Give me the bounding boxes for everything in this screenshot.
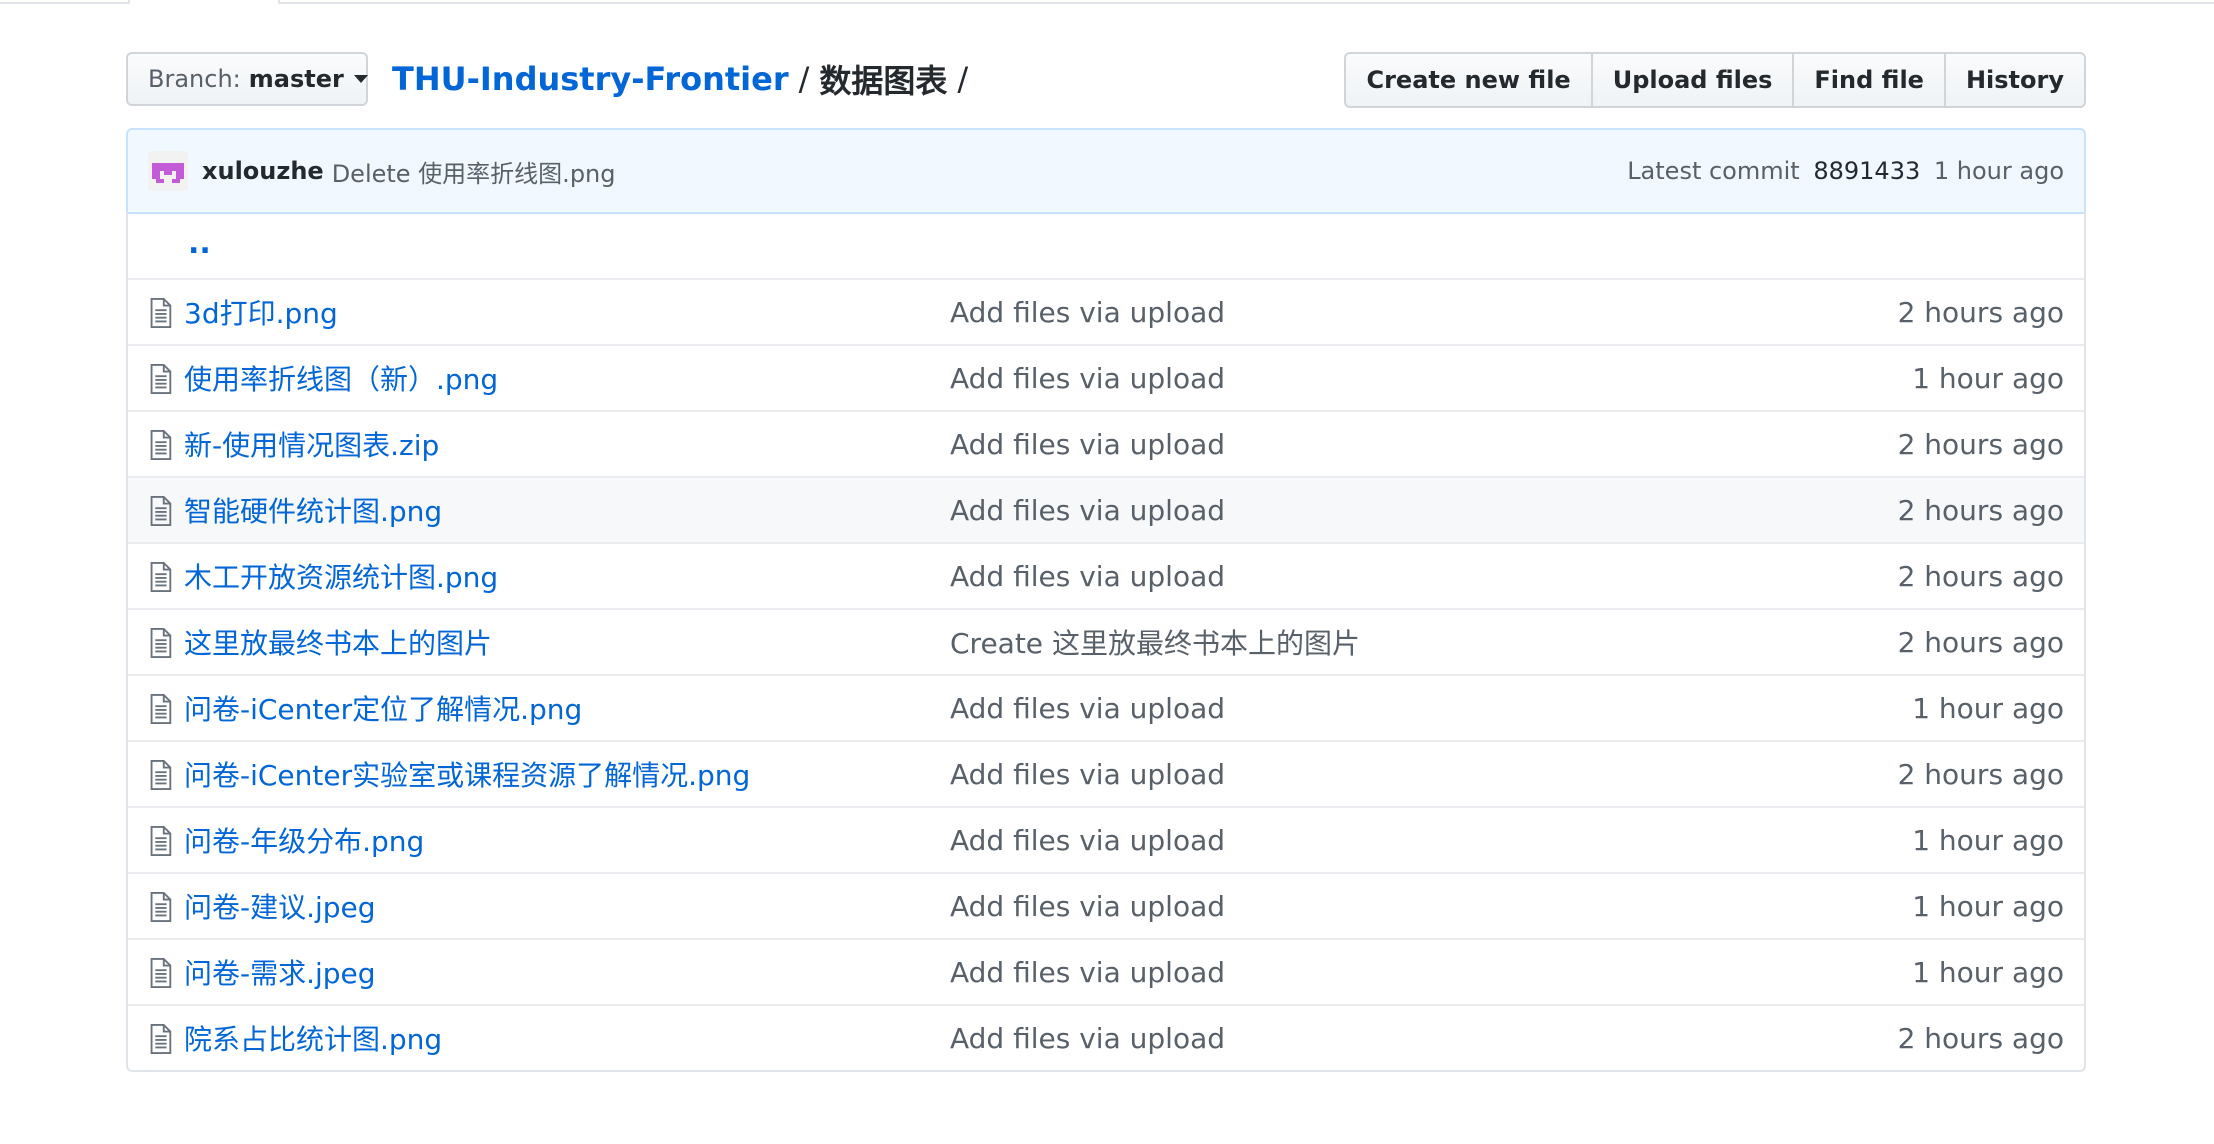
history-button[interactable]: History — [1943, 52, 2086, 108]
branch-select-button[interactable]: Branch: master — [126, 52, 368, 106]
file-age: 2 hours ago — [1897, 427, 2064, 461]
file-name-link[interactable]: 问卷-建议.jpeg — [184, 886, 376, 926]
file-age: 1 hour ago — [1912, 823, 2064, 857]
commit-sha-link[interactable]: 8891433 — [1813, 157, 1920, 185]
commit-author-link[interactable]: xulouzhe — [202, 157, 324, 185]
file-name-link[interactable]: 木工开放资源统计图.png — [184, 556, 498, 596]
file-icon — [148, 694, 172, 724]
commit-meta: Latest commit 8891433 1 hour ago — [1627, 157, 2064, 185]
file-icon — [148, 562, 172, 592]
file-commit-message-link[interactable]: Add files via upload — [950, 824, 1225, 857]
file-name-link[interactable]: 3d打印.png — [184, 292, 338, 332]
breadcrumb-current-dir: 数据图表 — [819, 62, 948, 100]
file-age: 2 hours ago — [1897, 493, 2064, 527]
file-commit-message-link[interactable]: Add files via upload — [950, 890, 1225, 923]
breadcrumb: THU-Industry-Frontier / 数据图表 / — [392, 52, 978, 106]
file-age: 1 hour ago — [1912, 691, 2064, 725]
file-list-table: .. 3d打印.png Add files via upload 2 hours a… — [126, 212, 2086, 1072]
file-row[interactable]: 问卷-需求.jpeg Add files via upload 1 hour ago — [128, 938, 2084, 1004]
file-commit-message-link[interactable]: Add files via upload — [950, 362, 1225, 395]
file-name-link[interactable]: 问卷-需求.jpeg — [184, 952, 376, 992]
breadcrumb-repo-link[interactable]: THU-Industry-Frontier — [392, 60, 789, 98]
file-icon — [148, 430, 172, 460]
file-commit-message-link[interactable]: Add files via upload — [950, 758, 1225, 791]
commit-message-link[interactable]: Delete 使用率折线图.png — [332, 154, 616, 189]
file-row[interactable]: 智能硬件统计图.png Add files via upload 2 hours a… — [128, 476, 2084, 542]
file-row[interactable]: 问卷-建议.jpeg Add files via upload 1 hour ago — [128, 872, 2084, 938]
latest-commit-label: Latest commit — [1627, 157, 1800, 185]
file-row[interactable]: 使用率折线图（新）.png Add files via upload 1 hour … — [128, 344, 2084, 410]
file-name-link[interactable]: 智能硬件统计图.png — [184, 490, 442, 530]
file-commit-message-link[interactable]: Create 这里放最终书本上的图片 — [950, 622, 1360, 662]
file-commit-message-link[interactable]: Add files via upload — [950, 494, 1225, 527]
file-icon — [148, 628, 172, 658]
file-name-link[interactable]: 问卷-iCenter定位了解情况.png — [184, 688, 582, 728]
file-row[interactable]: 木工开放资源统计图.png Add files via upload 2 hours… — [128, 542, 2084, 608]
file-age: 2 hours ago — [1897, 559, 2064, 593]
file-commit-message-link[interactable]: Add files via upload — [950, 692, 1225, 725]
file-row[interactable]: 这里放最终书本上的图片 Create 这里放最终书本上的图片 2 hours ago — [128, 608, 2084, 674]
find-file-button[interactable]: Find file — [1792, 52, 1946, 108]
file-icon — [148, 298, 172, 328]
file-icon — [148, 892, 172, 922]
file-name-link[interactable]: 这里放最终书本上的图片 — [184, 622, 492, 662]
breadcrumb-trailing-separator: / — [957, 60, 969, 98]
file-commit-message-link[interactable]: Add files via upload — [950, 1022, 1225, 1055]
file-commit-message-link[interactable]: Add files via upload — [950, 560, 1225, 593]
file-icon — [148, 496, 172, 526]
file-age: 1 hour ago — [1912, 889, 2064, 923]
parent-dir-row[interactable]: .. — [128, 212, 2084, 278]
file-age: 2 hours ago — [1897, 1021, 2064, 1055]
file-row[interactable]: 新-使用情况图表.zip Add files via upload 2 hours … — [128, 410, 2084, 476]
file-navigation: Branch: master THU-Industry-Frontier / 数… — [126, 52, 2086, 108]
file-age: 1 hour ago — [1912, 955, 2064, 989]
avatar[interactable] — [148, 151, 188, 191]
branch-name: master — [248, 65, 344, 93]
file-name-link[interactable]: 新-使用情况图表.zip — [184, 424, 439, 464]
latest-commit-bar: xulouzhe Delete 使用率折线图.png Latest commit… — [126, 128, 2086, 214]
parent-dir-link[interactable]: .. — [188, 226, 211, 261]
file-icon — [148, 760, 172, 790]
file-actions-group: Create new file Upload files Find file H… — [1344, 52, 2086, 108]
file-row[interactable]: 3d打印.png Add files via upload 2 hours ago — [128, 278, 2084, 344]
file-icon — [148, 1024, 172, 1054]
file-row[interactable]: 问卷-年级分布.png Add files via upload 1 hour ag… — [128, 806, 2084, 872]
file-name-link[interactable]: 问卷-iCenter实验室或课程资源了解情况.png — [184, 754, 750, 794]
file-row[interactable]: 问卷-iCenter定位了解情况.png Add files via upload… — [128, 674, 2084, 740]
file-commit-message-link[interactable]: Add files via upload — [950, 296, 1225, 329]
branch-prefix-label: Branch: — [148, 65, 241, 93]
file-row[interactable]: 问卷-iCenter实验室或课程资源了解情况.png Add files via … — [128, 740, 2084, 806]
commit-age: 1 hour ago — [1933, 157, 2064, 185]
file-age: 2 hours ago — [1897, 625, 2064, 659]
file-commit-message-link[interactable]: Add files via upload — [950, 956, 1225, 989]
file-icon — [148, 364, 172, 394]
selected-tab-edge — [128, 0, 280, 4]
file-name-link[interactable]: 问卷-年级分布.png — [184, 820, 424, 860]
file-icon — [148, 958, 172, 988]
create-new-file-button[interactable]: Create new file — [1344, 52, 1593, 108]
file-row[interactable]: 院系占比统计图.png Add files via upload 2 hours a… — [128, 1004, 2084, 1070]
file-age: 1 hour ago — [1912, 361, 2064, 395]
file-name-link[interactable]: 院系占比统计图.png — [184, 1018, 442, 1058]
file-commit-message-link[interactable]: Add files via upload — [950, 428, 1225, 461]
breadcrumb-separator: / — [798, 60, 810, 98]
header-divider — [0, 0, 2214, 4]
caret-down-icon — [353, 75, 368, 83]
file-icon — [148, 826, 172, 856]
file-age: 2 hours ago — [1897, 757, 2064, 791]
identicon-icon — [152, 163, 184, 183]
upload-files-button[interactable]: Upload files — [1590, 52, 1795, 108]
file-name-link[interactable]: 使用率折线图（新）.png — [184, 358, 498, 398]
file-age: 2 hours ago — [1897, 295, 2064, 329]
